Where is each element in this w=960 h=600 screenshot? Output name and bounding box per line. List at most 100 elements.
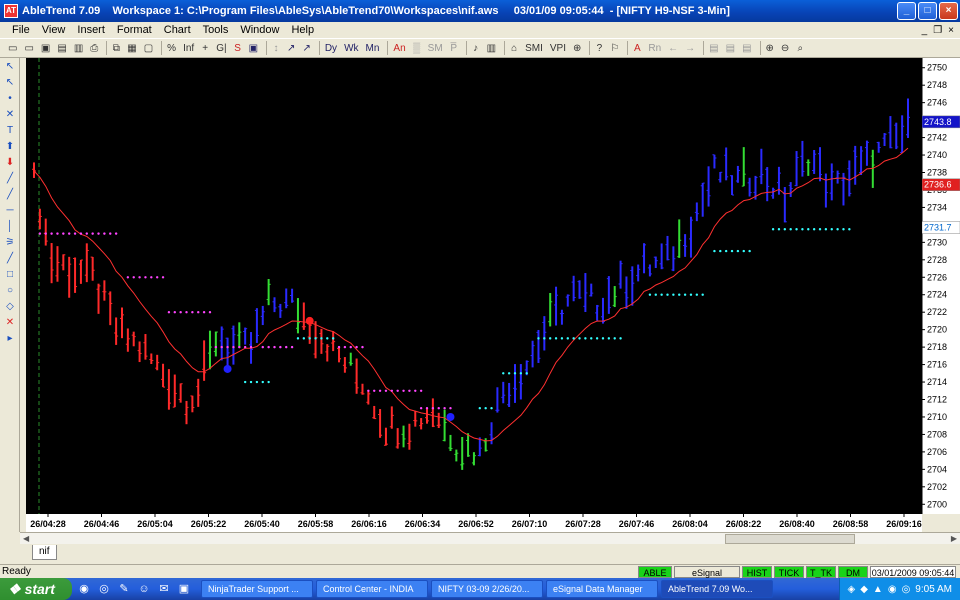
taskbar-task[interactable]: Control Center - INDIA bbox=[316, 580, 428, 598]
toolbar-button[interactable]: ▣ bbox=[39, 41, 52, 56]
toolbar-button[interactable]: Dy bbox=[323, 41, 339, 56]
vertical-line-icon[interactable]: │ bbox=[2, 219, 18, 234]
toolbar-button[interactable]: ⌂ bbox=[508, 41, 520, 56]
toolbar-button[interactable]: ♪ bbox=[470, 41, 482, 56]
menu-view[interactable]: View bbox=[36, 24, 72, 36]
toolbar-button[interactable]: Inf bbox=[181, 41, 196, 56]
ellipse-icon[interactable]: ○ bbox=[2, 283, 18, 298]
delete-icon[interactable]: ✕ bbox=[2, 315, 18, 330]
toolbar-button[interactable]: ▥ bbox=[72, 41, 85, 56]
price-bar bbox=[84, 243, 89, 283]
toolbar-button[interactable]: ▭ bbox=[6, 41, 19, 56]
toolbar-button[interactable]: ⎙ bbox=[88, 41, 100, 56]
start-button[interactable]: ❖ start bbox=[0, 578, 72, 600]
toolbar-button[interactable]: P̅ bbox=[448, 41, 460, 56]
taskbar-task[interactable]: NinjaTrader Support ... bbox=[201, 580, 313, 598]
pointer-icon[interactable]: ↖ bbox=[2, 75, 18, 90]
toolbar-button[interactable]: ⚐ bbox=[608, 41, 621, 56]
horizontal-line-icon[interactable]: ─ bbox=[2, 203, 18, 218]
toolbar-button[interactable]: S bbox=[232, 41, 244, 56]
toolbar-button[interactable]: + bbox=[199, 41, 211, 56]
toolbar-button[interactable]: ⊕ bbox=[571, 41, 583, 56]
maximize-button[interactable]: □ bbox=[918, 2, 937, 20]
toolbar-button[interactable]: Wk bbox=[342, 41, 360, 56]
channel-icon[interactable]: ╱ bbox=[2, 251, 18, 266]
toolbar-button[interactable]: ↗ bbox=[300, 41, 312, 56]
toolbar-button[interactable]: ↗ bbox=[285, 41, 297, 56]
toolbar-button[interactable]: ▒ bbox=[411, 41, 423, 56]
select-arrow-icon[interactable]: ↖ bbox=[2, 59, 18, 74]
dot-icon[interactable]: • bbox=[2, 91, 18, 106]
menu-help[interactable]: Help bbox=[285, 24, 320, 36]
up-arrow-icon[interactable]: ⬆ bbox=[2, 139, 18, 154]
toolbar-button[interactable]: ← bbox=[666, 41, 680, 56]
fibonacci-icon[interactable]: ⚞ bbox=[2, 235, 18, 250]
text-icon[interactable]: T bbox=[2, 123, 18, 138]
tray-icon[interactable]: ◎ bbox=[902, 584, 911, 595]
quick-launch-icon[interactable]: ✎ bbox=[116, 581, 132, 597]
down-arrow-icon[interactable]: ⬇ bbox=[2, 155, 18, 170]
menu-file[interactable]: File bbox=[6, 24, 36, 36]
quick-launch-icon[interactable]: ▣ bbox=[176, 581, 192, 597]
price-chart[interactable] bbox=[26, 58, 922, 514]
mdi-restore-button[interactable]: ❐ bbox=[933, 25, 942, 36]
menu-insert[interactable]: Insert bbox=[71, 24, 111, 36]
toolbar-button[interactable]: SM bbox=[426, 41, 445, 56]
taskbar-task[interactable]: AbleTrend 7.09 Wo... bbox=[661, 580, 773, 598]
toolbar-button[interactable]: Rn bbox=[646, 41, 663, 56]
scrollbar-thumb[interactable] bbox=[725, 534, 855, 544]
toolbar-button[interactable]: ▤ bbox=[707, 41, 720, 56]
trendline-icon[interactable]: ╱ bbox=[2, 171, 18, 186]
tray-icon[interactable]: ◈ bbox=[848, 584, 856, 595]
toolbar-button[interactable]: ▤ bbox=[55, 41, 68, 56]
toolbar-button[interactable]: ▢ bbox=[142, 41, 155, 56]
toolbar-button[interactable]: ? bbox=[593, 41, 605, 56]
toolbar-button[interactable]: ▦ bbox=[125, 41, 138, 56]
toolbar-button[interactable]: ▥ bbox=[485, 41, 498, 56]
horizontal-scrollbar[interactable]: ◀ ▶ bbox=[20, 532, 960, 544]
toolbar-button[interactable]: % bbox=[165, 41, 178, 56]
toolbar-button[interactable]: ⊕ bbox=[764, 41, 776, 56]
menu-format[interactable]: Format bbox=[111, 24, 158, 36]
mdi-close-button[interactable]: × bbox=[948, 25, 954, 36]
scroll-left-icon[interactable]: ◀ bbox=[23, 534, 29, 543]
eraser-icon[interactable]: ◇ bbox=[2, 299, 18, 314]
quick-launch-icon[interactable]: ☺ bbox=[136, 581, 152, 597]
menu-chart[interactable]: Chart bbox=[158, 24, 197, 36]
toolbar-button[interactable]: ↕ bbox=[270, 41, 282, 56]
mdi-minimize-button[interactable]: _ bbox=[922, 25, 928, 36]
toolbar-button[interactable]: ⧉ bbox=[110, 41, 122, 56]
toolbar-button[interactable]: ▣ bbox=[247, 41, 260, 56]
minimize-button[interactable]: _ bbox=[897, 2, 916, 20]
toolbar-button[interactable]: A bbox=[631, 41, 643, 56]
toolbar-button[interactable]: G| bbox=[214, 41, 228, 56]
toolbar-button[interactable]: SMI bbox=[523, 41, 545, 56]
stop-dot bbox=[419, 389, 423, 392]
quick-launch-icon[interactable]: ◉ bbox=[76, 581, 92, 597]
toolbar-button[interactable]: ▭ bbox=[22, 41, 35, 56]
scroll-right-icon[interactable]: ▶ bbox=[951, 534, 957, 543]
toolbar-button[interactable]: ▤ bbox=[724, 41, 737, 56]
taskbar-task[interactable]: NIFTY 03-09 2/26/20... bbox=[431, 580, 543, 598]
menu-window[interactable]: Window bbox=[234, 24, 285, 36]
tray-icon[interactable]: ◉ bbox=[888, 584, 897, 595]
toolbar-button[interactable]: ⌕ bbox=[794, 41, 806, 56]
tray-icon[interactable]: ◆ bbox=[860, 584, 868, 595]
toolbar-button[interactable]: ⊖ bbox=[779, 41, 791, 56]
rectangle-icon[interactable]: □ bbox=[2, 267, 18, 282]
toolbar-button[interactable]: Mn bbox=[364, 41, 382, 56]
toolbar-button[interactable]: ▤ bbox=[740, 41, 753, 56]
close-button[interactable]: × bbox=[939, 2, 958, 20]
quick-launch-icon[interactable]: ✉ bbox=[156, 581, 172, 597]
toolbar-button[interactable]: An bbox=[391, 41, 407, 56]
menu-tools[interactable]: Tools bbox=[197, 24, 235, 36]
more-tools-icon[interactable]: ▸ bbox=[2, 331, 18, 346]
quick-launch-icon[interactable]: ◎ bbox=[96, 581, 112, 597]
ray-icon[interactable]: ╱ bbox=[2, 187, 18, 202]
tray-icon[interactable]: ▲ bbox=[873, 584, 883, 595]
taskbar-task[interactable]: eSignal Data Manager bbox=[546, 580, 658, 598]
toolbar-button[interactable]: VPI bbox=[548, 41, 568, 56]
tab-nif[interactable]: nif bbox=[32, 545, 57, 560]
cross-icon[interactable]: ✕ bbox=[2, 107, 18, 122]
toolbar-button[interactable]: → bbox=[683, 41, 697, 56]
